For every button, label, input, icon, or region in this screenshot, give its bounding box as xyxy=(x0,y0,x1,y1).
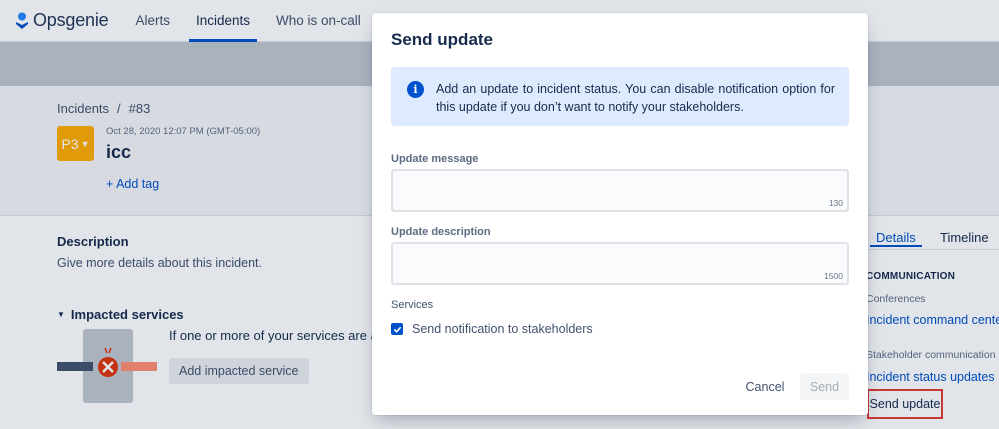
update-description-counter: 1500 xyxy=(824,271,843,281)
cancel-button[interactable]: Cancel xyxy=(737,373,793,400)
info-icon: i xyxy=(407,81,424,98)
update-description-input[interactable]: 1500 xyxy=(391,242,849,285)
info-text: Add an update to incident status. You ca… xyxy=(436,82,835,114)
update-message-counter: 130 xyxy=(828,198,843,208)
update-message-label: Update message xyxy=(391,153,479,165)
notify-stakeholders-checkbox[interactable] xyxy=(391,323,403,335)
notify-stakeholders-row[interactable]: Send notification to stakeholders xyxy=(391,322,593,336)
send-button[interactable]: Send xyxy=(800,373,849,400)
info-message: i Add an update to incident status. You … xyxy=(391,67,849,126)
update-message-input[interactable]: 130 xyxy=(391,169,849,212)
send-update-dialog: Send update i Add an update to incident … xyxy=(372,13,868,415)
checkmark-icon xyxy=(393,326,401,333)
dialog-title: Send update xyxy=(391,30,494,49)
services-label: Services xyxy=(391,299,434,311)
update-description-label: Update description xyxy=(391,226,491,238)
notify-stakeholders-label: Send notification to stakeholders xyxy=(412,322,593,336)
